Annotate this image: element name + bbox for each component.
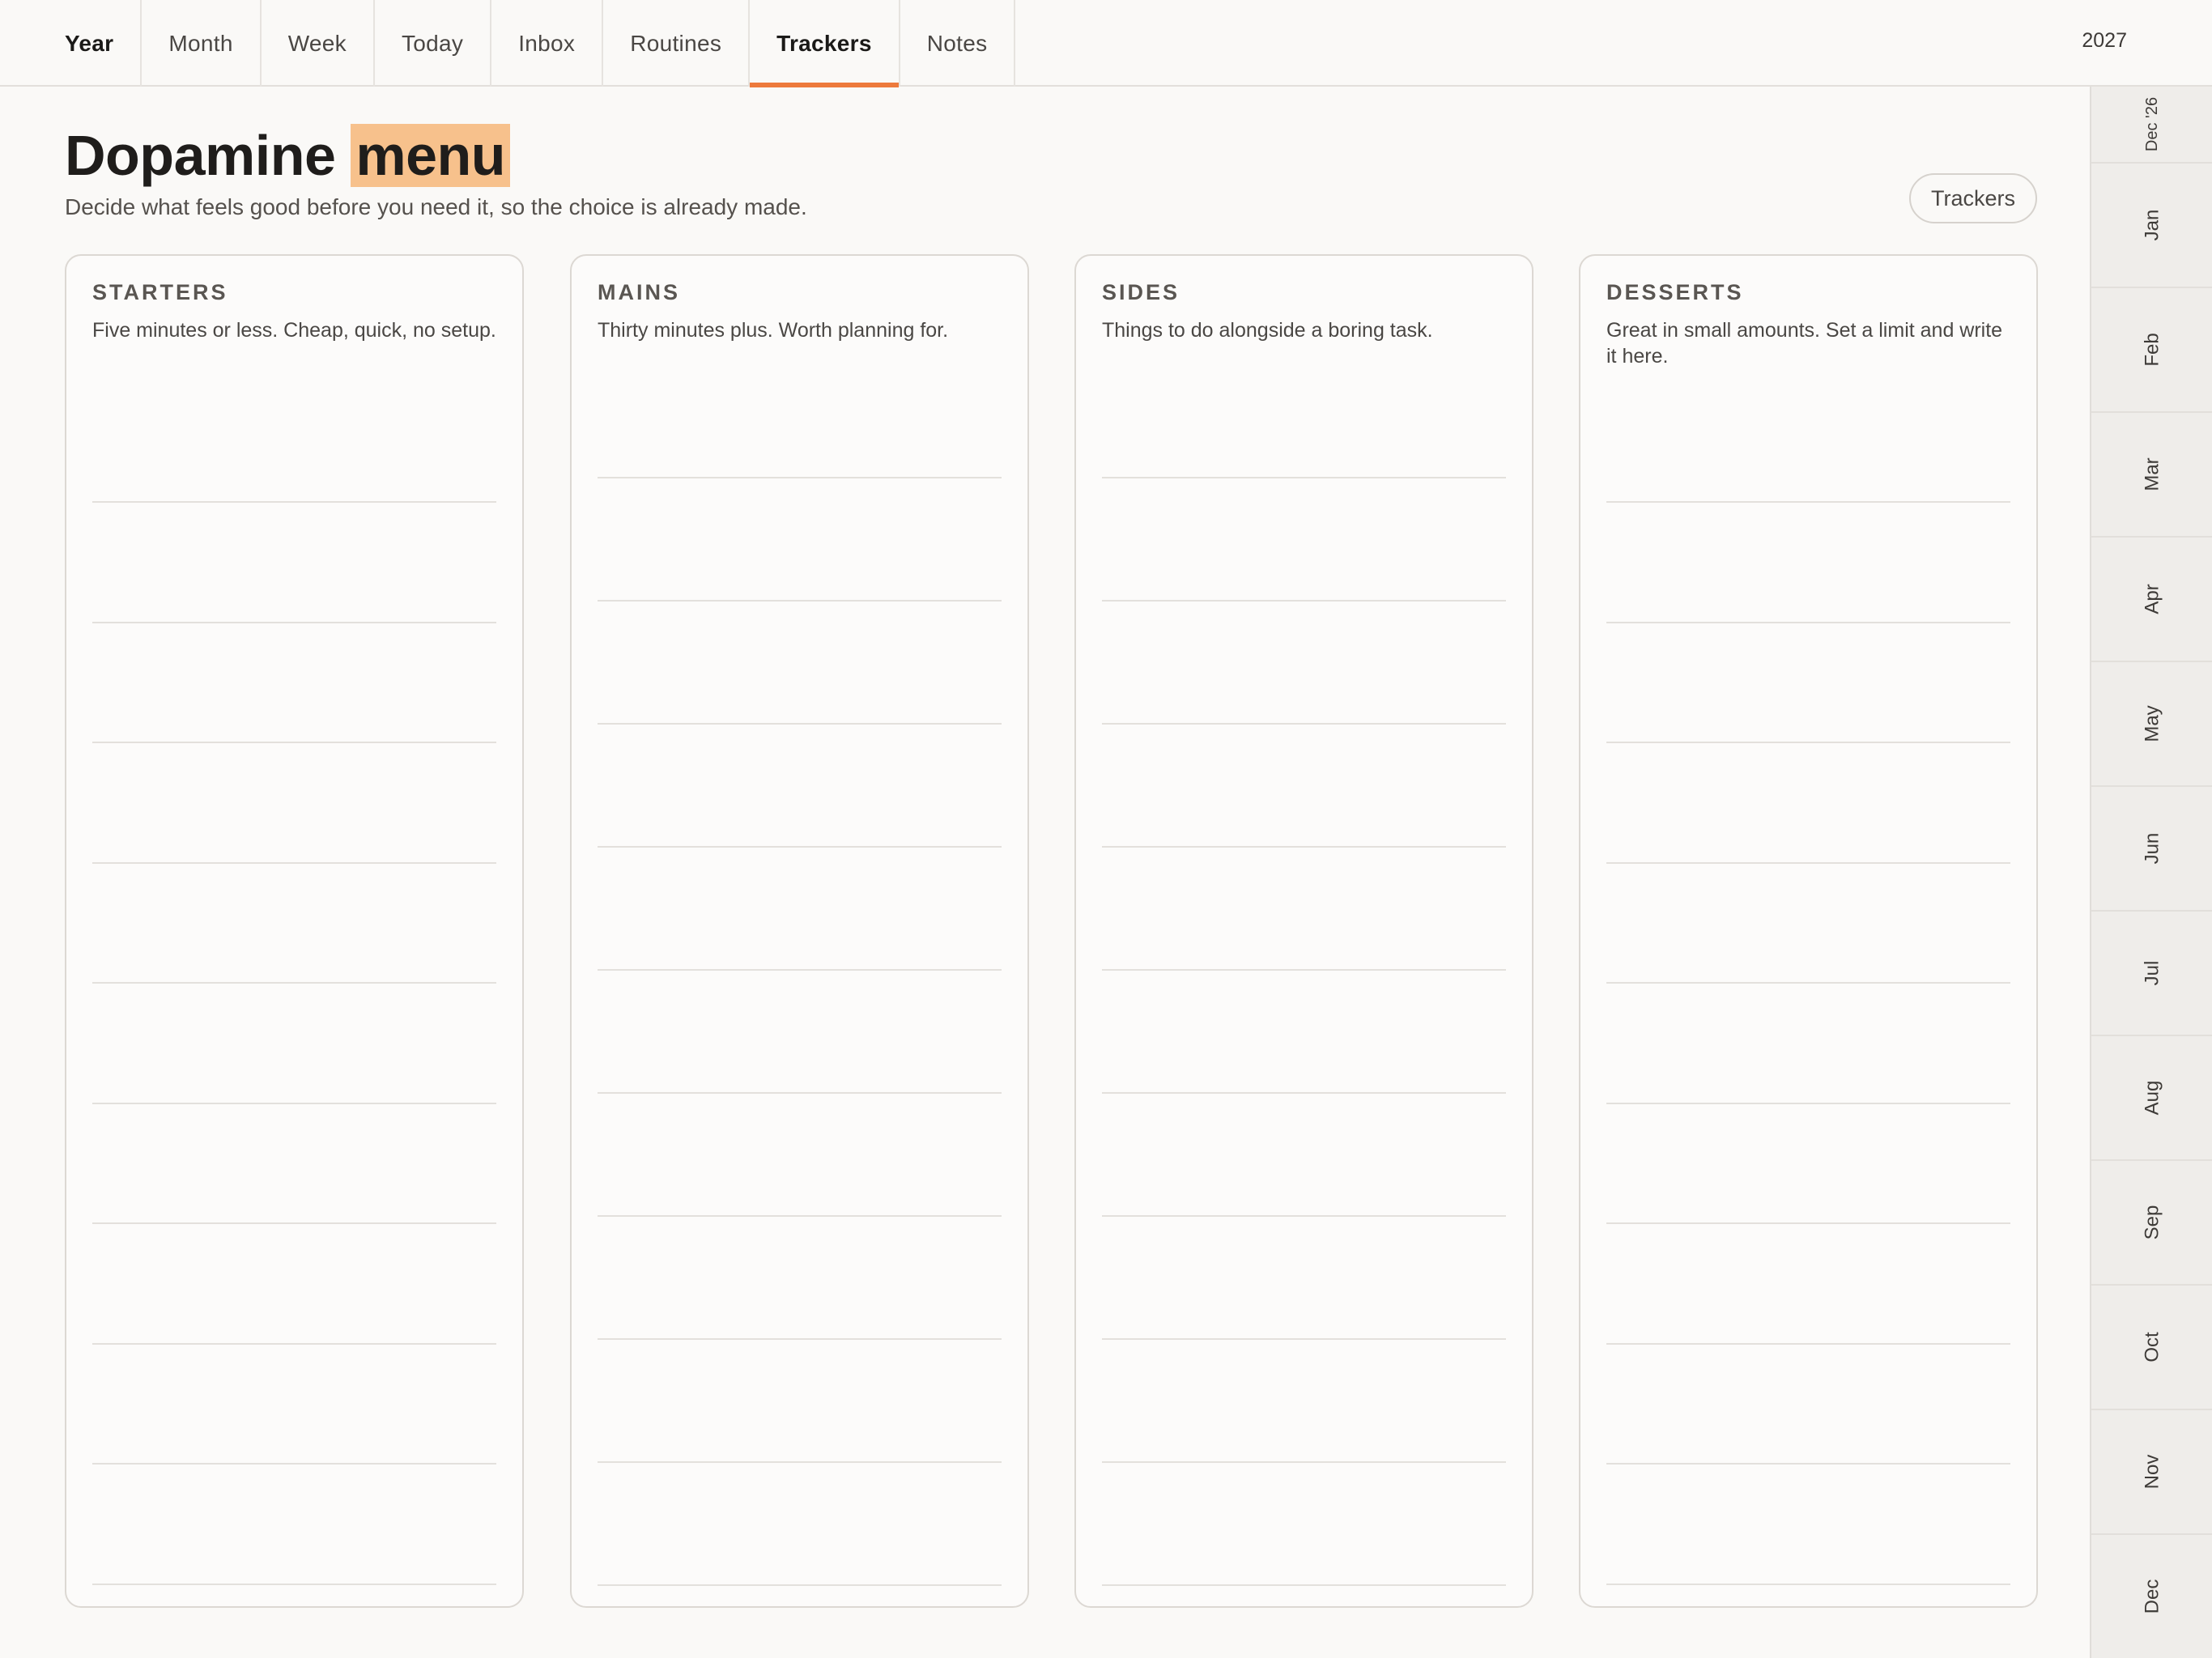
- card-heading: STARTERS: [92, 280, 228, 304]
- writing-line[interactable]: [1102, 846, 1506, 848]
- writing-line[interactable]: [92, 1103, 496, 1104]
- page-subtitle: Decide what feels good before you need i…: [65, 194, 807, 219]
- card-description: Great in small amounts. Set a limit and …: [1606, 319, 2003, 368]
- tab-year[interactable]: Year: [38, 0, 143, 87]
- year-label: 2027: [2082, 29, 2127, 52]
- writing-line[interactable]: [1606, 742, 2010, 743]
- month-tab-jul[interactable]: Jul: [2091, 912, 2212, 1036]
- card-description: Thirty minutes plus. Worth planning for.: [598, 319, 949, 342]
- writing-line[interactable]: [92, 862, 496, 864]
- top-nav-bar: Year Month Week Today Inbox Routines Tra…: [0, 0, 2212, 87]
- writing-line[interactable]: [1606, 1222, 2010, 1224]
- month-tab-jan[interactable]: Jan: [2091, 164, 2212, 288]
- month-tab-aug[interactable]: Aug: [2091, 1036, 2212, 1161]
- tab-notes[interactable]: Notes: [900, 0, 1016, 87]
- card-heading: DESSERTS: [1606, 280, 1744, 304]
- writing-line[interactable]: [1102, 1338, 1506, 1340]
- tab-week[interactable]: Week: [262, 0, 375, 87]
- month-tab-feb[interactable]: Feb: [2091, 288, 2212, 413]
- month-rail: Dec '26 Jan Feb Mar Apr May Jun Jul Aug …: [2090, 87, 2212, 1658]
- month-tab-nov[interactable]: Nov: [2091, 1410, 2212, 1535]
- writing-line[interactable]: [598, 1584, 1002, 1586]
- tab-today[interactable]: Today: [375, 0, 492, 87]
- writing-line[interactable]: [1102, 1584, 1506, 1586]
- writing-line[interactable]: [598, 1461, 1002, 1463]
- writing-line[interactable]: [92, 1463, 496, 1465]
- card-mains: MAINS Thirty minutes plus. Worth plannin…: [570, 254, 1029, 1608]
- month-tab-sep[interactable]: Sep: [2091, 1161, 2212, 1286]
- writing-line[interactable]: [1606, 982, 2010, 984]
- writing-line[interactable]: [1606, 622, 2010, 623]
- page-title-highlight: menu: [351, 124, 511, 187]
- writing-line[interactable]: [1606, 1103, 2010, 1104]
- writing-line[interactable]: [1102, 600, 1506, 602]
- month-tab-mar[interactable]: Mar: [2091, 413, 2212, 538]
- writing-line[interactable]: [1606, 1584, 2010, 1585]
- card-starters: STARTERS Five minutes or less. Cheap, qu…: [65, 254, 524, 1608]
- writing-line[interactable]: [92, 501, 496, 503]
- writing-line[interactable]: [92, 622, 496, 623]
- page-title-main: Dopamine: [65, 124, 336, 187]
- writing-line[interactable]: [1606, 1343, 2010, 1345]
- writing-line[interactable]: [1102, 1215, 1506, 1217]
- writing-line[interactable]: [1606, 862, 2010, 864]
- writing-line[interactable]: [1102, 723, 1506, 725]
- tab-routines[interactable]: Routines: [603, 0, 751, 87]
- writing-line[interactable]: [92, 982, 496, 984]
- writing-line[interactable]: [92, 742, 496, 743]
- month-tab-oct[interactable]: Oct: [2091, 1286, 2212, 1410]
- writing-line[interactable]: [598, 846, 1002, 848]
- tab-bar: Year Month Week Today Inbox Routines Tra…: [38, 0, 1016, 87]
- card-desserts: DESSERTS Great in small amounts. Set a l…: [1579, 254, 2038, 1608]
- page-title: Dopamine menu: [65, 123, 511, 188]
- card-heading: SIDES: [1102, 280, 1180, 304]
- month-tab-dec[interactable]: Dec: [2091, 1535, 2212, 1658]
- writing-line[interactable]: [1102, 1461, 1506, 1463]
- writing-line[interactable]: [1102, 1092, 1506, 1094]
- trackers-button[interactable]: Trackers: [1909, 173, 2037, 223]
- card-description: Five minutes or less. Cheap, quick, no s…: [92, 319, 496, 342]
- writing-line[interactable]: [598, 477, 1002, 478]
- writing-line[interactable]: [598, 1215, 1002, 1217]
- tab-inbox[interactable]: Inbox: [491, 0, 604, 87]
- tab-month[interactable]: Month: [142, 0, 262, 87]
- month-tab-dec-26[interactable]: Dec '26: [2091, 87, 2212, 164]
- writing-line[interactable]: [1102, 477, 1506, 478]
- writing-line[interactable]: [598, 1092, 1002, 1094]
- writing-line[interactable]: [598, 600, 1002, 602]
- writing-line[interactable]: [92, 1584, 496, 1585]
- writing-line[interactable]: [598, 969, 1002, 971]
- month-tab-apr[interactable]: Apr: [2091, 538, 2212, 662]
- card-description: Things to do alongside a boring task.: [1102, 319, 1433, 342]
- month-tab-may[interactable]: May: [2091, 662, 2212, 787]
- card-sides: SIDES Things to do alongside a boring ta…: [1074, 254, 1534, 1608]
- writing-line[interactable]: [92, 1343, 496, 1345]
- month-tab-jun[interactable]: Jun: [2091, 787, 2212, 912]
- writing-line[interactable]: [1102, 969, 1506, 971]
- writing-line[interactable]: [598, 723, 1002, 725]
- writing-line[interactable]: [92, 1222, 496, 1224]
- writing-line[interactable]: [1606, 501, 2010, 503]
- writing-line[interactable]: [1606, 1463, 2010, 1465]
- card-heading: MAINS: [598, 280, 680, 304]
- tab-trackers[interactable]: Trackers: [750, 0, 900, 87]
- writing-line[interactable]: [598, 1338, 1002, 1340]
